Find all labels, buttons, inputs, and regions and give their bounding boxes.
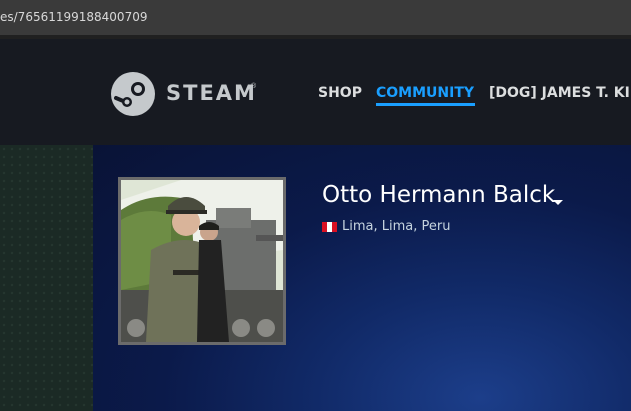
steam-logo-icon[interactable]: [110, 71, 156, 117]
profile-avatar[interactable]: [121, 180, 283, 342]
url-text[interactable]: es/76561199188400709: [0, 10, 147, 24]
steam-header: STEAM ® SHOP COMMUNITY [DOG] JAMES T. KI…: [0, 39, 631, 145]
nav-community[interactable]: COMMUNITY: [376, 85, 474, 101]
peru-flag-icon: [322, 222, 337, 232]
persona-name[interactable]: Otto Hermann Balck: [322, 182, 555, 208]
chevron-down-icon[interactable]: [553, 200, 563, 205]
browser-address-bar[interactable]: es/76561199188400709: [0, 0, 631, 35]
active-tab-underline: [376, 103, 475, 106]
trademark-mark: ®: [251, 83, 257, 90]
profile-background-pattern: [0, 145, 93, 411]
profile-location: Lima, Lima, Peru: [342, 219, 451, 234]
steam-wordmark[interactable]: STEAM: [166, 81, 257, 105]
nav-user-profile[interactable]: [DOG] JAMES T. KIF: [489, 85, 631, 101]
avatar-image: [121, 180, 283, 342]
nav-shop[interactable]: SHOP: [318, 85, 362, 101]
